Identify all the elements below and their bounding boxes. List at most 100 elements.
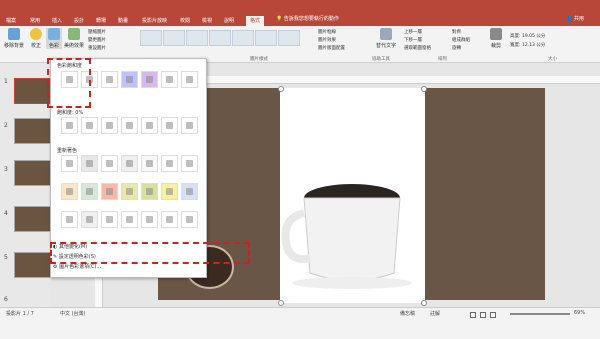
picture-effects[interactable]: 圖片效果 <box>318 37 336 43</box>
artistic-effects-button[interactable]: 美術效果 <box>64 28 84 49</box>
picture-color-options-item[interactable]: ⚙ 圖片色彩選項(C)... <box>53 263 101 270</box>
tab-animations[interactable]: 動畫 <box>118 16 128 26</box>
tell-me-search[interactable]: 💡 告訴我您想要執行的動作 <box>276 14 356 25</box>
slide-thumbnail-2[interactable] <box>14 118 52 144</box>
tone-swatch-4[interactable] <box>121 117 138 134</box>
picture-style-7[interactable] <box>278 30 300 46</box>
saturation-swatch-7[interactable] <box>181 71 198 88</box>
mug-icon <box>126 122 133 129</box>
recolor-c-swatch-7[interactable] <box>181 211 198 228</box>
recolor-b-swatch-7[interactable] <box>181 183 198 200</box>
tab-help[interactable]: 說明 <box>224 16 234 26</box>
recolor-c-swatch-4[interactable] <box>121 211 138 228</box>
recolor-a-swatch-1[interactable] <box>61 155 78 172</box>
tab-transitions[interactable]: 轉場 <box>96 16 106 26</box>
saturation-swatch-5[interactable] <box>141 71 158 88</box>
height-field[interactable]: 高度: 19.05 公分 <box>510 33 545 39</box>
recolor-a-swatch-4[interactable] <box>121 155 138 172</box>
slide-thumbnail-3[interactable] <box>14 160 52 186</box>
recolor-c-swatch-6[interactable] <box>161 211 178 228</box>
width-field[interactable]: 寬度: 12.13 公分 <box>510 42 545 48</box>
tone-swatch-3[interactable] <box>101 117 118 134</box>
recolor-c-swatch-2[interactable] <box>81 211 98 228</box>
tab-slideshow[interactable]: 投影片放映 <box>142 16 167 26</box>
tone-swatch-6[interactable] <box>161 117 178 134</box>
mug-icon <box>166 122 173 129</box>
zoom-slider[interactable] <box>510 313 570 315</box>
remove-background-button[interactable]: 移除背景 <box>4 28 24 49</box>
saturation-swatch-3[interactable] <box>101 71 118 88</box>
recolor-a-swatch-5[interactable] <box>141 155 158 172</box>
resize-handle-tr[interactable] <box>421 86 427 92</box>
resize-handle-tl[interactable] <box>278 86 284 92</box>
color-button[interactable]: 色彩 <box>46 28 62 49</box>
share-button[interactable]: 👤 共用 <box>566 15 584 22</box>
tab-design[interactable]: 設計 <box>74 16 84 26</box>
slide-thumbnail-4[interactable] <box>14 206 52 232</box>
tab-view[interactable]: 檢視 <box>202 16 212 26</box>
picture-style-5[interactable] <box>232 30 254 46</box>
saturation-swatch-6[interactable] <box>161 71 178 88</box>
reset-picture[interactable]: 重設圖片 <box>88 45 106 51</box>
tab-format[interactable]: 格式 <box>246 16 265 26</box>
picture-style-3[interactable] <box>186 30 208 46</box>
slide-thumbnail-5[interactable] <box>14 252 52 278</box>
recolor-a-swatch-2[interactable] <box>81 155 98 172</box>
align[interactable]: 對齊 <box>452 29 461 35</box>
mug-icon <box>66 216 73 223</box>
bring-forward[interactable]: 上移一層 <box>404 29 422 35</box>
size-group-label: 大小 <box>548 57 557 62</box>
crop-button[interactable]: 裁剪 <box>488 28 504 49</box>
tone-swatch-7[interactable] <box>181 117 198 134</box>
recolor-b-swatch-4[interactable] <box>121 183 138 200</box>
picture-style-2[interactable] <box>163 30 185 46</box>
recolor-c-swatch-5[interactable] <box>141 211 158 228</box>
reading-view-icon[interactable] <box>490 312 496 318</box>
comments-button[interactable]: 註解 <box>430 310 440 317</box>
share-label: 共用 <box>573 16 584 22</box>
picture-layout[interactable]: 圖片版面配置 <box>318 45 345 51</box>
tab-file[interactable]: 檔案 <box>6 16 16 26</box>
recolor-b-swatch-3[interactable] <box>101 183 118 200</box>
picture-style-6[interactable] <box>255 30 277 46</box>
picture-style-4[interactable] <box>209 30 231 46</box>
corrections-button[interactable]: 校正 <box>28 28 44 49</box>
send-backward[interactable]: 下移一層 <box>404 37 422 43</box>
resize-handle-br[interactable] <box>421 300 427 306</box>
tab-review[interactable]: 校閱 <box>180 16 190 26</box>
tone-swatch-5[interactable] <box>141 117 158 134</box>
width-value[interactable]: 12.13 公分 <box>522 43 545 48</box>
language-indicator[interactable]: 中文 (台灣) <box>60 310 86 317</box>
zoom-level[interactable]: 69% <box>574 310 585 316</box>
resize-handle-bl[interactable] <box>278 300 284 306</box>
recolor-b-swatch-6[interactable] <box>161 183 178 200</box>
tab-insert[interactable]: 插入 <box>52 16 62 26</box>
recolor-c-swatch-1[interactable] <box>61 211 78 228</box>
recolor-c-swatch-3[interactable] <box>101 211 118 228</box>
recolor-b-swatch-2[interactable] <box>81 183 98 200</box>
selection-pane[interactable]: 選取範圍窗格 <box>404 45 431 51</box>
selected-coffee-image[interactable] <box>280 88 425 303</box>
notes-button[interactable]: 備忘稿 <box>400 310 415 317</box>
slide-sorter-icon[interactable] <box>480 312 486 318</box>
compress-pictures[interactable]: 壓縮圖片 <box>88 29 106 35</box>
change-picture[interactable]: 變更圖片 <box>88 37 106 43</box>
picture-style-1[interactable] <box>140 30 162 46</box>
recolor-a-swatch-7[interactable] <box>181 155 198 172</box>
tone-swatch-2[interactable] <box>81 117 98 134</box>
remove-bg-icon <box>8 28 20 40</box>
color-options-label: 圖片色彩選項(C)... <box>59 264 102 270</box>
group[interactable]: 組成群組 <box>452 37 470 43</box>
recolor-a-swatch-3[interactable] <box>101 155 118 172</box>
tab-home[interactable]: 常用 <box>30 16 40 26</box>
height-value[interactable]: 19.05 公分 <box>522 34 545 39</box>
picture-border[interactable]: 圖片框線 <box>318 29 336 35</box>
saturation-swatch-4[interactable] <box>121 71 138 88</box>
rotate[interactable]: 旋轉 <box>452 45 461 51</box>
recolor-a-swatch-6[interactable] <box>161 155 178 172</box>
tone-swatch-1[interactable] <box>61 117 78 134</box>
recolor-b-swatch-1[interactable] <box>61 183 78 200</box>
recolor-b-swatch-5[interactable] <box>141 183 158 200</box>
alt-text-button[interactable]: 替代文字 <box>376 28 396 49</box>
normal-view-icon[interactable] <box>470 312 476 318</box>
